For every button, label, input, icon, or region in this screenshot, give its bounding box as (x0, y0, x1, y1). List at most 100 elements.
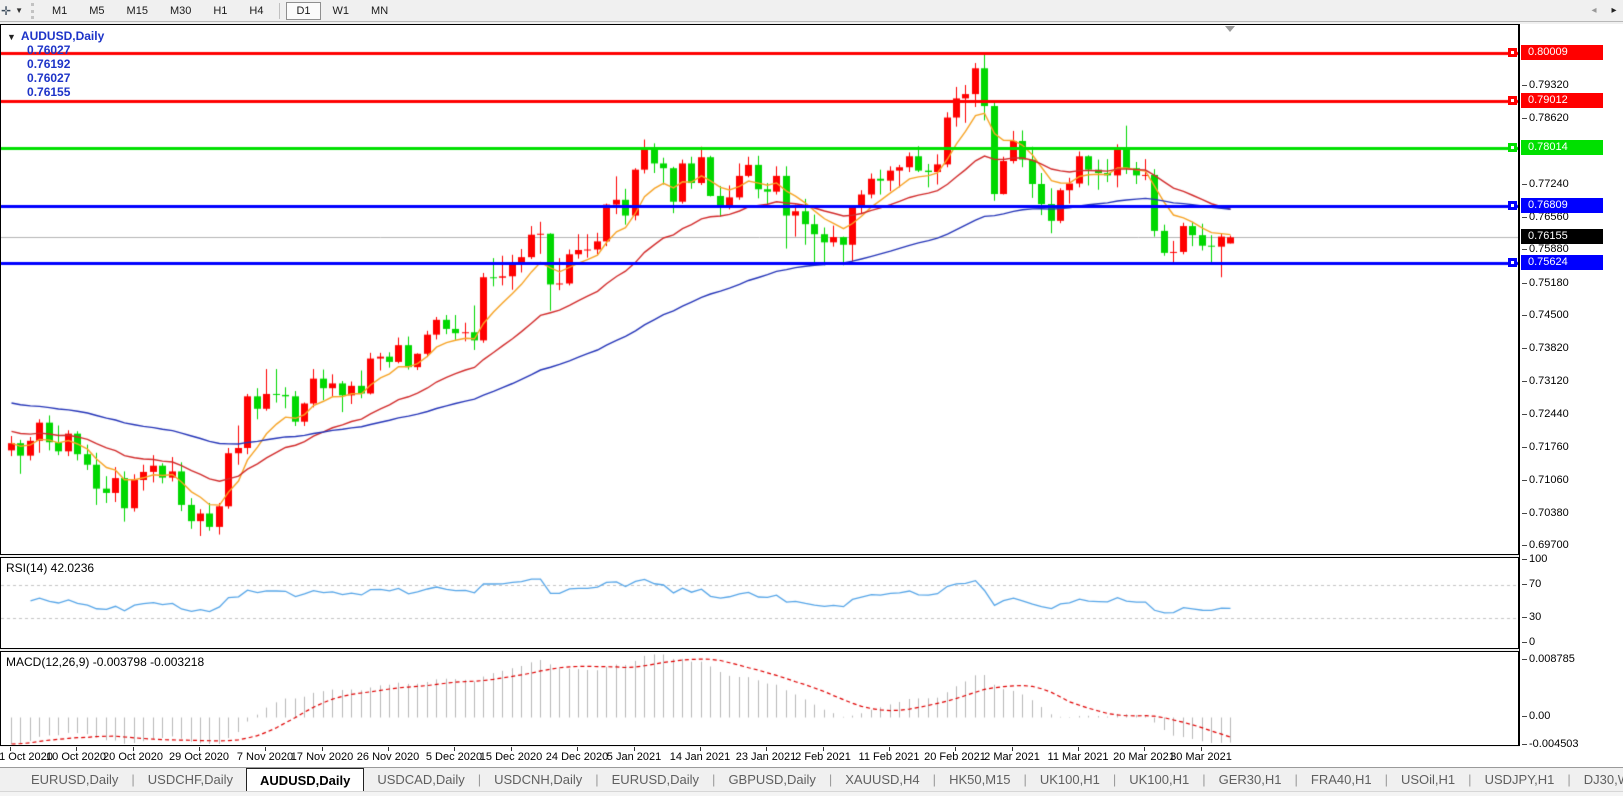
price-level-chip: 0.79012 (1521, 92, 1603, 108)
cursor-tool-icon: ✛ (1, 3, 12, 18)
chevron-down-icon: ▼ (15, 6, 23, 15)
rsi-scale-label: 30 (1521, 611, 1542, 623)
timeframe-button-mn[interactable]: MN (361, 2, 398, 20)
date-label: 24 Dec 2020 (545, 751, 609, 763)
price-tick-label: 0.71760 (1522, 440, 1569, 453)
date-label: 5 Jan 2021 (606, 751, 662, 763)
date-label: 11 Mar 2021 (1047, 751, 1109, 763)
rsi-canvas[interactable] (1, 558, 1518, 648)
timeframe-button-d1[interactable]: D1 (286, 1, 321, 20)
timeframe-button-m15[interactable]: M15 (117, 2, 158, 20)
timeframe-button-h1[interactable]: H1 (203, 2, 237, 20)
tab-usoil-h1[interactable]: USOil,H1 (1388, 768, 1468, 791)
axis-border-line (1519, 24, 1520, 746)
chart-symbol: AUDUSD,Daily (20, 29, 105, 43)
date-label: 11 Feb 2021 (858, 751, 920, 763)
date-label: 23 Jan 2021 (735, 751, 797, 763)
mt4-window: ✛ ▼ M1 M5 M15 M30 H1 H4 D1 W1 MN ▼ AUDUSD,Daily 0… (0, 0, 1623, 796)
rsi-scale-label: 100 (1521, 553, 1548, 565)
rsi-panel: RSI(14) 42.0236 (0, 557, 1519, 649)
price-tick-label: 0.78620 (1522, 112, 1569, 125)
symbol-dropdown-icon[interactable]: ▼ (7, 32, 16, 42)
tab-eurusd-daily[interactable]: EURUSD,Daily (599, 768, 712, 791)
date-label: 15 Dec 2020 (479, 751, 543, 763)
ohlc-open: 0.76027 (27, 43, 71, 57)
tab-usdcnh-daily[interactable]: USDCNH,Daily (481, 768, 595, 791)
toolbar-separator (279, 2, 281, 19)
tab-fra40-h1[interactable]: FRA40,H1 (1298, 768, 1385, 791)
date-label: 20 Mar 2021 (1113, 751, 1175, 763)
tab-hk50-m15[interactable]: HK50,M15 (936, 768, 1023, 791)
price-tick-label: 0.69700 (1522, 539, 1569, 552)
tab-scroll-left-icon[interactable]: ◂ (1588, 3, 1600, 19)
tab-audusd-daily[interactable]: AUDUSD,Daily (246, 768, 365, 791)
macd-scale-label: 0.008785 (1522, 653, 1575, 665)
date-label: 30 Mar 2021 (1170, 751, 1232, 763)
tab-usdchf-daily[interactable]: USDCHF,Daily (135, 768, 246, 791)
price-level-chip: 0.75624 (1521, 254, 1603, 270)
macd-canvas[interactable] (1, 652, 1518, 745)
line-end-marker (1508, 95, 1517, 105)
price-level-chip: 0.80009 (1521, 45, 1603, 61)
price-tick-label: 0.71060 (1522, 473, 1569, 486)
tab-ger30-h1[interactable]: GER30,H1 (1206, 768, 1295, 791)
ohlc-high: 0.76192 (27, 57, 71, 71)
tab-uk100-h1[interactable]: UK100,H1 (1116, 768, 1202, 791)
chart-title: ▼ AUDUSD,Daily 0.76027 0.76192 0.76027 0.… (7, 29, 108, 113)
tab-gbpusd-daily[interactable]: GBPUSD,Daily (715, 768, 828, 791)
ohlc-close: 0.76155 (27, 85, 71, 99)
price-tick-label: 0.73820 (1522, 341, 1569, 354)
timeframe-button-m30[interactable]: M30 (160, 2, 201, 20)
rsi-label: RSI(14) 42.0236 (6, 561, 95, 575)
timeframe-button-m5[interactable]: M5 (79, 2, 114, 20)
cursor-tool-button[interactable]: ✛ ▼ (0, 4, 27, 18)
main-chart-canvas[interactable] (1, 25, 1518, 554)
date-label: 26 Nov 2020 (356, 751, 420, 763)
date-label: 5 Dec 2020 (425, 751, 483, 763)
date-label: 7 Nov 2020 (236, 751, 294, 763)
date-label: 10 Oct 2020 (46, 751, 106, 763)
timeframe-button-h4[interactable]: H4 (239, 2, 273, 20)
chart-shift-marker[interactable] (1225, 26, 1235, 32)
rsi-scale-label: 0 (1521, 636, 1536, 648)
line-end-marker (1508, 201, 1517, 211)
tab-eurusd-daily[interactable]: EURUSD,Daily (18, 768, 131, 791)
tab-usdcad-daily[interactable]: USDCAD,Daily (364, 768, 477, 791)
time-axis[interactable]: 1 Oct 2020 10 Oct 2020 20 Oct 2020 29 Oct 2… (0, 747, 1623, 767)
price-tick-label: 0.79320 (1522, 78, 1569, 91)
ohlc-low: 0.76027 (27, 71, 71, 85)
chart-tab-bar: EURUSD,Daily | USDCHF,Daily AUDUSD,Daily USD… (0, 767, 1623, 791)
date-label: 20 Oct 2020 (103, 751, 163, 763)
date-label: 14 Jan 2021 (669, 751, 731, 763)
price-tick-label: 0.73120 (1522, 375, 1569, 388)
price-level-chip: 0.76809 (1521, 198, 1603, 214)
current-price-chip: 0.76155 (1521, 229, 1603, 245)
tab-scroll-right-icon[interactable]: ▸ (1608, 3, 1620, 19)
timeframe-button-w1[interactable]: W1 (323, 2, 360, 20)
line-end-marker (1508, 48, 1517, 58)
rsi-scale-label: 70 (1521, 578, 1542, 590)
date-label: 20 Feb 2021 (924, 751, 986, 763)
main-chart-panel: ▼ AUDUSD,Daily 0.76027 0.76192 0.76027 0.… (0, 24, 1519, 555)
date-label: 2 Feb 2021 (795, 751, 851, 763)
line-end-marker (1508, 143, 1517, 153)
tab-uk100-h1[interactable]: UK100,H1 (1027, 768, 1113, 791)
line-end-marker (1508, 257, 1517, 267)
timeframe-button-m1[interactable]: M1 (42, 2, 77, 20)
macd-panel: MACD(12,26,9) -0.003798 -0.003218 (0, 651, 1519, 746)
price-tick-label: 0.74500 (1522, 309, 1569, 322)
price-level-chip: 0.78014 (1521, 140, 1603, 156)
tab-xauusd-h4[interactable]: XAUUSD,H4 (832, 768, 932, 791)
price-axis[interactable]: 0.793200.786200.779400.772400.765600.758… (1520, 24, 1623, 767)
timeframe-toolbar: ✛ ▼ M1 M5 M15 M30 H1 H4 D1 W1 MN (0, 0, 1623, 22)
price-tick-label: 0.77240 (1522, 178, 1569, 191)
macd-scale-label: 0.00 (1521, 710, 1551, 722)
price-tick-label: 0.75880 (1522, 243, 1569, 256)
tab-usdjpy-h1[interactable]: USDJPY,H1 (1472, 768, 1568, 791)
price-tick-label: 0.75180 (1522, 276, 1569, 289)
macd-label: MACD(12,26,9) -0.003798 -0.003218 (6, 655, 205, 669)
tab-dj30-weekly[interactable]: DJ30,Weekly (1571, 768, 1623, 791)
price-tick-label: 0.70380 (1522, 506, 1569, 519)
date-label: 17 Nov 2020 (290, 751, 354, 763)
toolbar-grip (30, 2, 35, 19)
